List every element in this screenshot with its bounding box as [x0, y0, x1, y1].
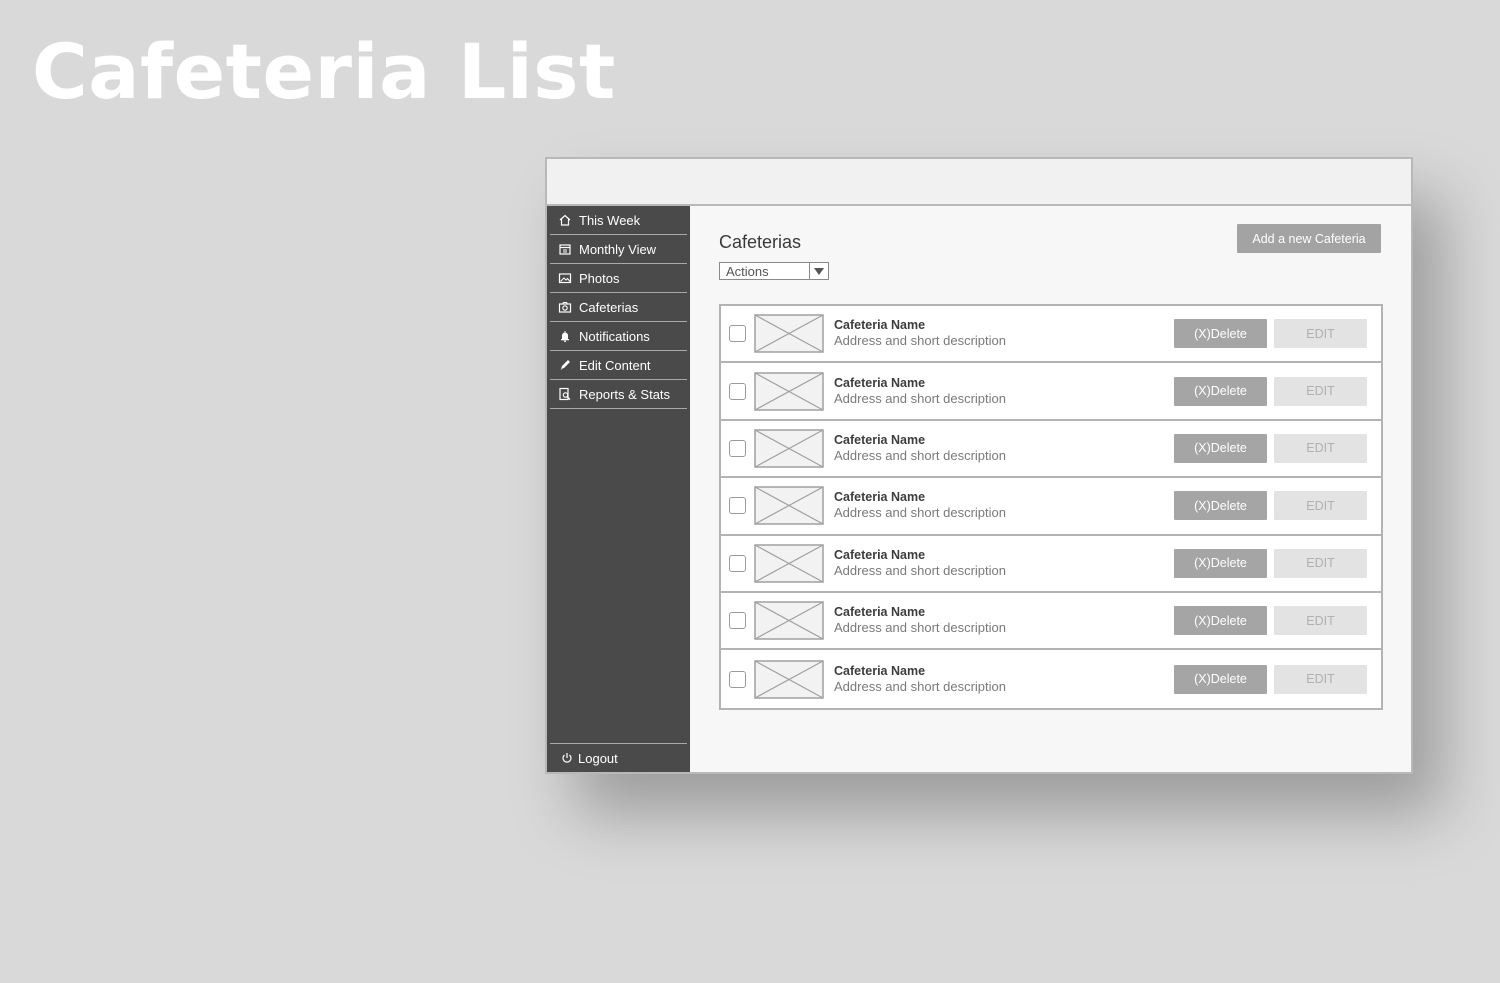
report-icon [558, 387, 572, 401]
cafeteria-name: Cafeteria Name [834, 490, 926, 505]
edit-button[interactable]: EDIT [1274, 319, 1367, 349]
sidebar-item-label: Edit Content [579, 357, 651, 373]
top-bar [547, 159, 1411, 206]
image-icon [558, 271, 572, 285]
image-placeholder-icon [754, 601, 824, 640]
sidebar-item-photos[interactable]: Photos [550, 264, 687, 293]
image-placeholder-icon [754, 371, 824, 411]
pencil-icon [558, 358, 572, 372]
row-checkbox[interactable] [729, 612, 746, 630]
cafeteria-description: Address and short description [834, 505, 1006, 521]
list-item: Cafeteria Name Address and short descrip… [721, 593, 1381, 651]
power-icon [560, 751, 574, 765]
app-window: This Week Monthly View Photos Cafeterias [545, 157, 1413, 774]
cafeteria-name: Cafeteria Name [834, 547, 926, 562]
image-placeholder-icon [754, 314, 824, 353]
sidebar-item-label: This Week [579, 212, 641, 228]
cafeteria-name: Cafeteria Name [834, 605, 926, 620]
delete-button[interactable]: (X)Delete [1174, 433, 1267, 463]
row-checkbox[interactable] [729, 382, 746, 400]
cafeteria-description: Address and short description [834, 620, 1006, 636]
cafeteria-name: Cafeteria Name [834, 663, 926, 678]
sidebar-item-label: Notifications [579, 328, 650, 344]
list-item: Cafeteria Name Address and short descrip… [721, 650, 1381, 707]
sidebar-item-cafeterias[interactable]: Cafeterias [550, 293, 687, 322]
logout-label: Logout [578, 750, 618, 766]
sidebar-item-this-week[interactable]: This Week [550, 206, 687, 235]
edit-button[interactable]: EDIT [1274, 664, 1367, 694]
page-title: Cafeterias [719, 232, 802, 252]
sidebar-item-label: Photos [579, 270, 620, 286]
cafeteria-name: Cafeteria Name [834, 432, 926, 447]
delete-button[interactable]: (X)Delete [1174, 548, 1267, 578]
cafeteria-list: Cafeteria Name Address and short descrip… [719, 304, 1383, 710]
delete-button[interactable]: (X)Delete [1174, 606, 1267, 636]
cafeteria-description: Address and short description [834, 447, 1006, 463]
camera-icon [558, 300, 572, 314]
main-content: Cafeterias Add a new Cafeteria Actions C… [692, 208, 1411, 772]
sidebar-item-label: Cafeterias [579, 299, 639, 315]
cafeteria-name: Cafeteria Name [834, 375, 926, 390]
actions-dropdown-value: Actions [726, 263, 769, 279]
edit-button[interactable]: EDIT [1274, 376, 1367, 406]
edit-button[interactable]: EDIT [1274, 606, 1367, 636]
row-checkbox[interactable] [729, 325, 746, 343]
image-placeholder-icon [754, 486, 824, 526]
sidebar-item-edit-content[interactable]: Edit Content [550, 351, 687, 380]
edit-button[interactable]: EDIT [1274, 433, 1367, 463]
sidebar-item-label: Monthly View [579, 241, 657, 257]
sidebar-item-notifications[interactable]: Notifications [550, 322, 687, 351]
calendar-icon [558, 242, 572, 256]
row-checkbox[interactable] [729, 497, 746, 515]
cafeteria-description: Address and short description [834, 562, 1006, 578]
list-item: Cafeteria Name Address and short descrip… [721, 421, 1381, 479]
row-checkbox[interactable] [729, 439, 746, 457]
sidebar-nav: This Week Monthly View Photos Cafeterias [547, 206, 690, 409]
image-placeholder-icon [754, 544, 824, 583]
delete-button[interactable]: (X)Delete [1174, 319, 1267, 349]
add-cafeteria-button[interactable]: Add a new Cafeteria [1237, 224, 1381, 253]
page-heading: Cafeteria List [32, 27, 616, 116]
row-checkbox[interactable] [729, 554, 746, 572]
sidebar: This Week Monthly View Photos Cafeterias [547, 206, 690, 772]
home-icon [558, 213, 572, 227]
edit-button[interactable]: EDIT [1274, 491, 1367, 521]
chevron-down-icon [809, 263, 828, 279]
cafeteria-name: Cafeteria Name [834, 318, 926, 333]
bell-icon [558, 329, 572, 343]
list-item: Cafeteria Name Address and short descrip… [721, 536, 1381, 593]
cafeteria-description: Address and short description [834, 333, 1006, 349]
image-placeholder-icon [754, 429, 824, 468]
delete-button[interactable]: (X)Delete [1174, 491, 1267, 521]
list-item: Cafeteria Name Address and short descrip… [721, 306, 1381, 364]
logout-button[interactable]: Logout [550, 743, 687, 772]
cafeteria-description: Address and short description [834, 390, 1006, 406]
delete-button[interactable]: (X)Delete [1174, 664, 1267, 694]
sidebar-item-label: Reports & Stats [579, 386, 671, 402]
sidebar-item-reports-stats[interactable]: Reports & Stats [550, 380, 687, 409]
edit-button[interactable]: EDIT [1274, 548, 1367, 578]
list-item: Cafeteria Name Address and short descrip… [721, 478, 1381, 536]
cafeteria-description: Address and short description [834, 678, 1006, 694]
delete-button[interactable]: (X)Delete [1174, 376, 1267, 406]
sidebar-item-monthly-view[interactable]: Monthly View [550, 235, 687, 264]
row-checkbox[interactable] [729, 670, 746, 688]
list-item: Cafeteria Name Address and short descrip… [721, 363, 1381, 421]
image-placeholder-icon [754, 659, 824, 699]
actions-dropdown[interactable]: Actions [719, 262, 829, 280]
